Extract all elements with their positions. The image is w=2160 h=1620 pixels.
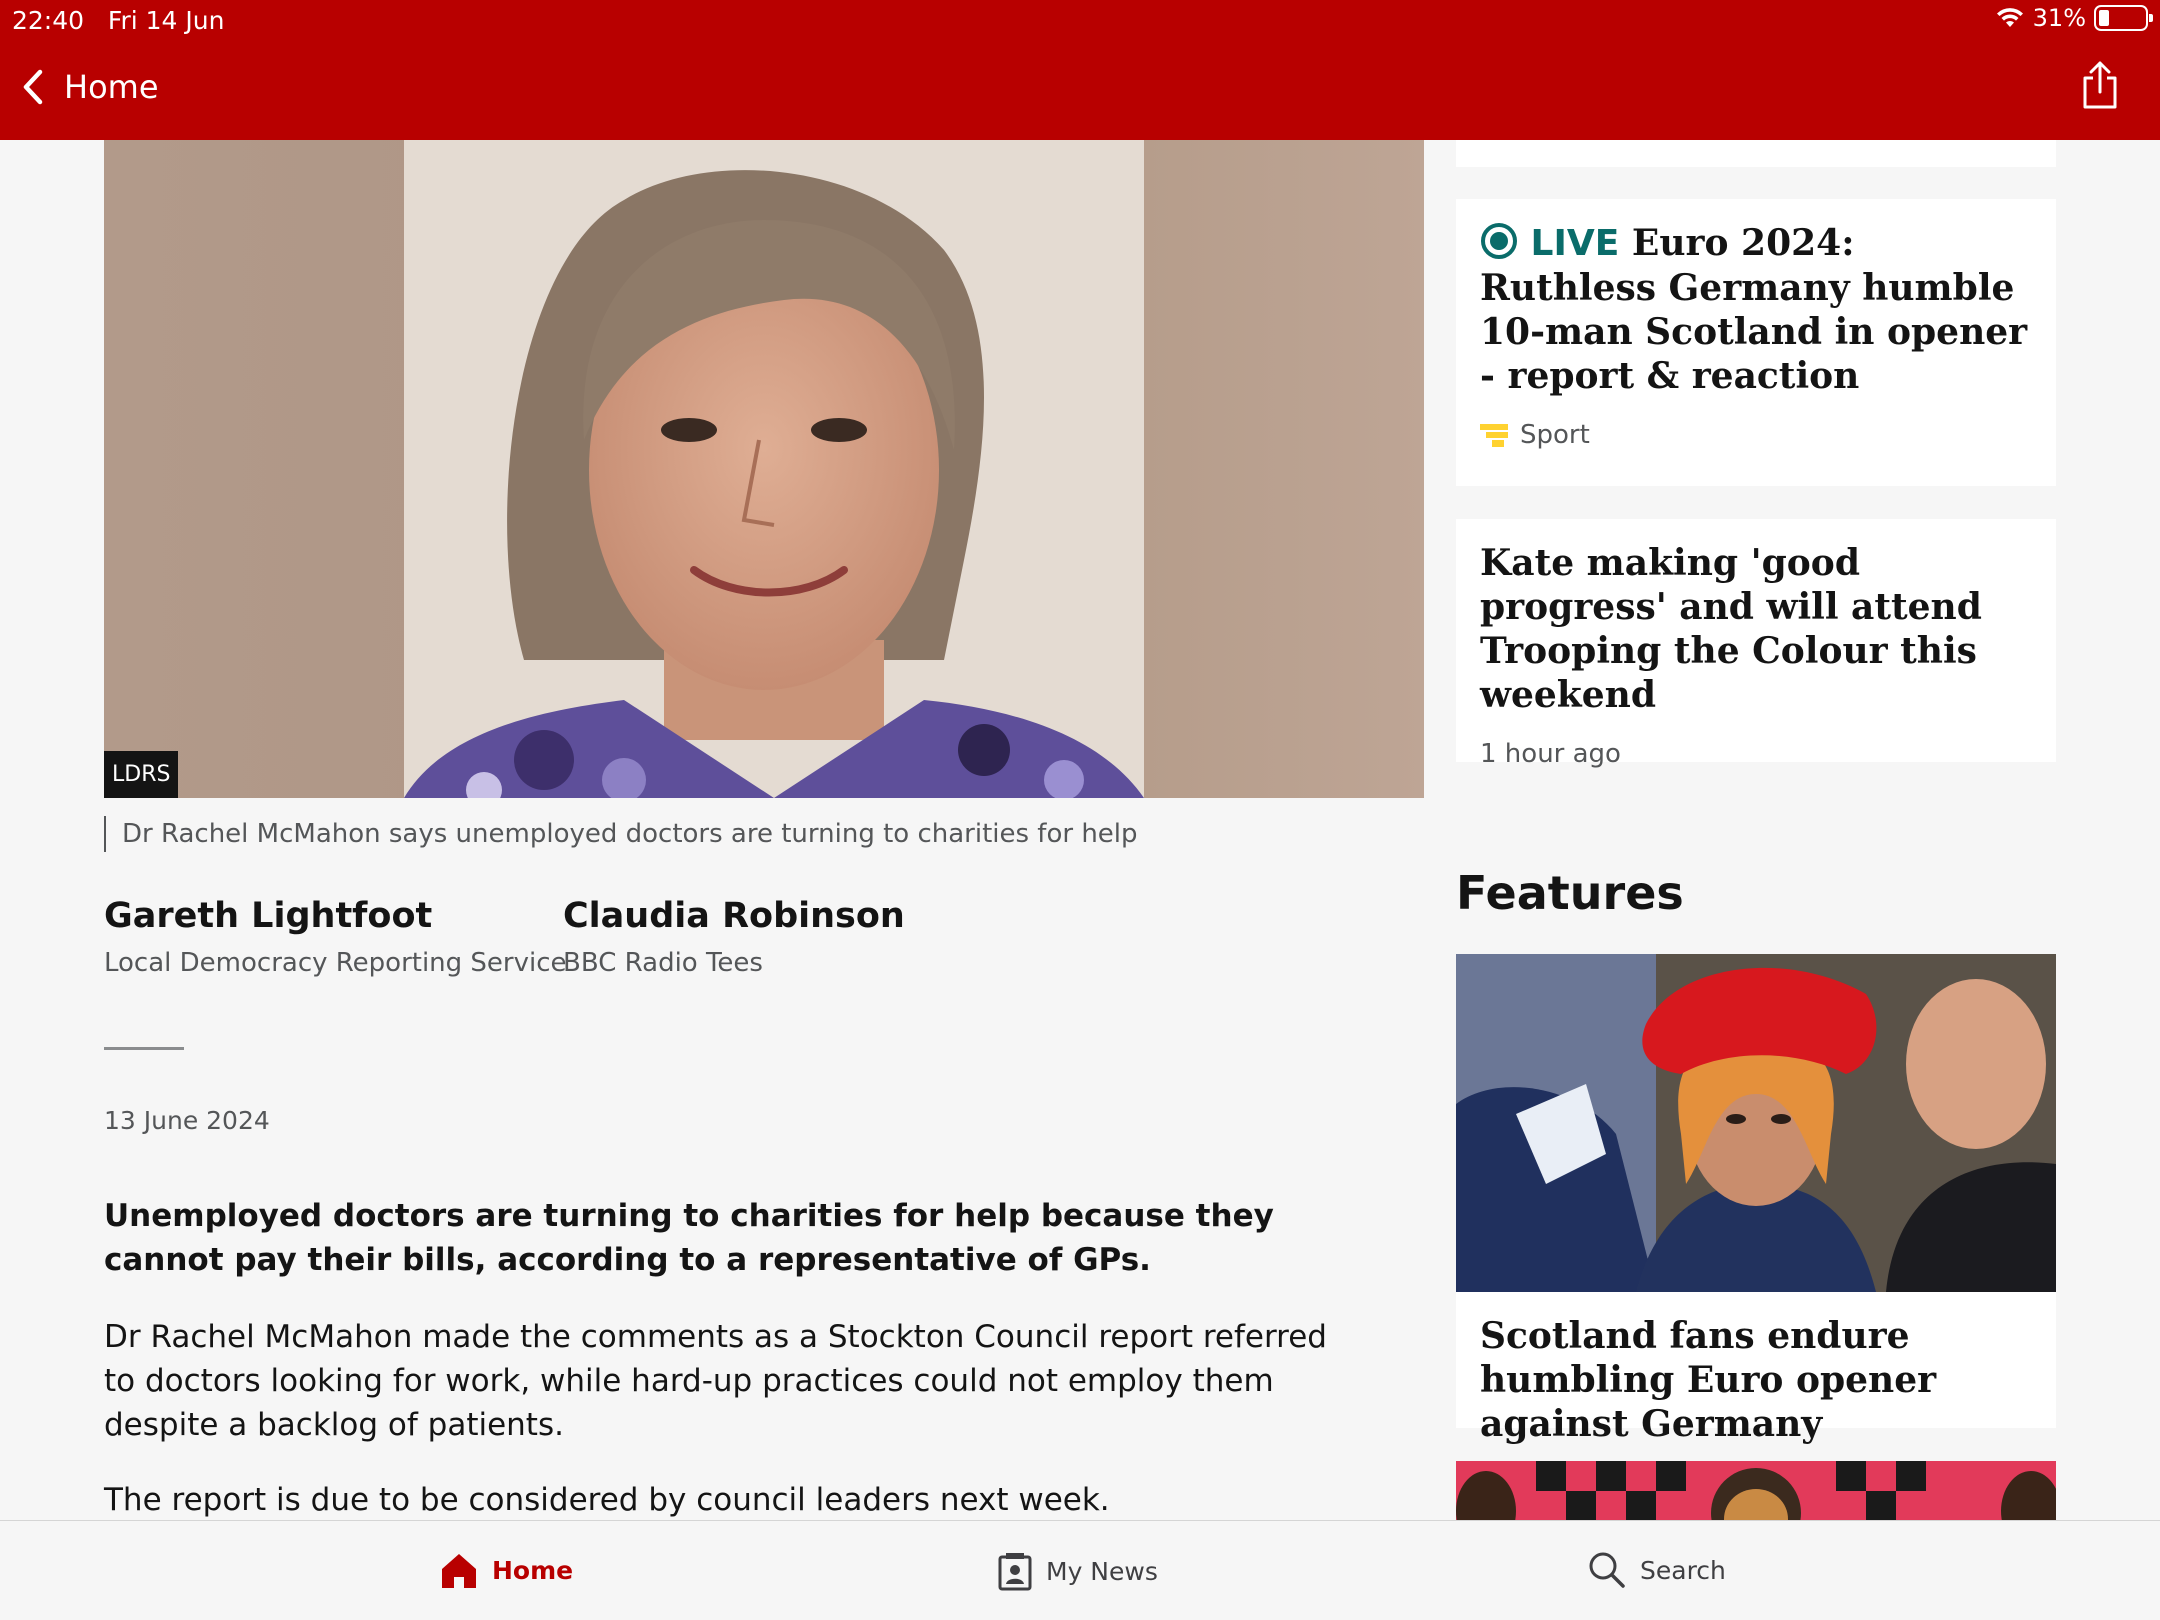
tab-label: Home [492, 1555, 574, 1585]
author-byline[interactable]: Claudia Robinson BBC Radio Tees [563, 896, 905, 978]
bottom-tab-bar: Home My News Search [0, 1520, 2160, 1620]
features-heading: Features [1456, 866, 1684, 920]
live-icon [1481, 223, 1517, 259]
story-card-partial[interactable] [1456, 140, 2056, 167]
back-label: Home [64, 68, 159, 106]
sport-section-icon [1480, 424, 1508, 447]
article-hero-image[interactable] [104, 140, 1424, 798]
author-org: BBC Radio Tees [563, 948, 763, 978]
author-byline[interactable]: Gareth Lightfoot Local Democracy Reporti… [104, 896, 567, 978]
clock: 22:40 [12, 6, 85, 35]
image-credit: LDRS [104, 751, 179, 798]
status-date: Fri 14 Jun [107, 6, 225, 35]
author-name: Claudia Robinson [563, 896, 905, 936]
feature-image [1456, 1461, 2056, 1520]
tab-search[interactable]: Search [1588, 1551, 1726, 1589]
author-name: Gareth Lightfoot [104, 896, 433, 936]
image-caption: Dr Rachel McMahon says unemployed doctor… [104, 816, 1138, 852]
tab-my-news[interactable]: My News [998, 1551, 1158, 1591]
article-lead: Unemployed doctors are turning to charit… [104, 1198, 1274, 1278]
status-indicators: 31% [1995, 4, 2153, 32]
feature-card[interactable]: Scotland fans endure humbling Euro opene… [1456, 954, 2056, 1445]
article-paragraph: Dr Rachel McMahon made the comments as a… [104, 1319, 1327, 1443]
share-button[interactable] [2080, 60, 2120, 114]
top-bar: 22:40 Fri 14 Jun 31% Home [0, 0, 2160, 140]
feature-headline: Scotland fans endure humbling Euro opene… [1480, 1315, 1937, 1445]
battery-percent: 31% [2032, 4, 2086, 32]
section-label: Sport [1520, 420, 1590, 450]
article-date: 13 June 2024 [104, 1106, 270, 1135]
live-story-card[interactable]: LIVE Euro 2024: Ruthless Germany humble … [1456, 199, 2056, 486]
search-icon [1589, 1552, 1625, 1588]
tab-label: My News [1046, 1556, 1158, 1586]
author-org: Local Democracy Reporting Service [104, 948, 567, 978]
share-icon [2083, 61, 2117, 109]
story-time: 1 hour ago [1480, 739, 1621, 769]
article-paragraph: The report is due to be considered by co… [104, 1482, 1110, 1518]
feature-image [1456, 954, 2056, 1292]
battery-icon [2094, 5, 2153, 31]
divider [104, 1047, 184, 1050]
status-time: 22:40 Fri 14 Jun [12, 6, 224, 35]
home-icon [442, 1554, 476, 1588]
story-headline: Kate making 'good progress' and will att… [1480, 542, 1982, 716]
chevron-left-icon [23, 69, 43, 105]
my-news-icon [998, 1553, 1032, 1591]
tab-label: Search [1640, 1555, 1726, 1585]
live-story-title: LIVE Euro 2024: Ruthless Germany humble … [1480, 221, 2032, 398]
story-meta: Sport [1480, 420, 2032, 450]
tab-home[interactable]: Home [440, 1551, 573, 1589]
wifi-icon [1996, 8, 2023, 27]
story-card[interactable]: Kate making 'good progress' and will att… [1456, 519, 2056, 769]
back-button[interactable]: Home [22, 68, 159, 106]
feature-card-partial[interactable] [1456, 1461, 2056, 1520]
live-label: LIVE [1530, 223, 1620, 264]
